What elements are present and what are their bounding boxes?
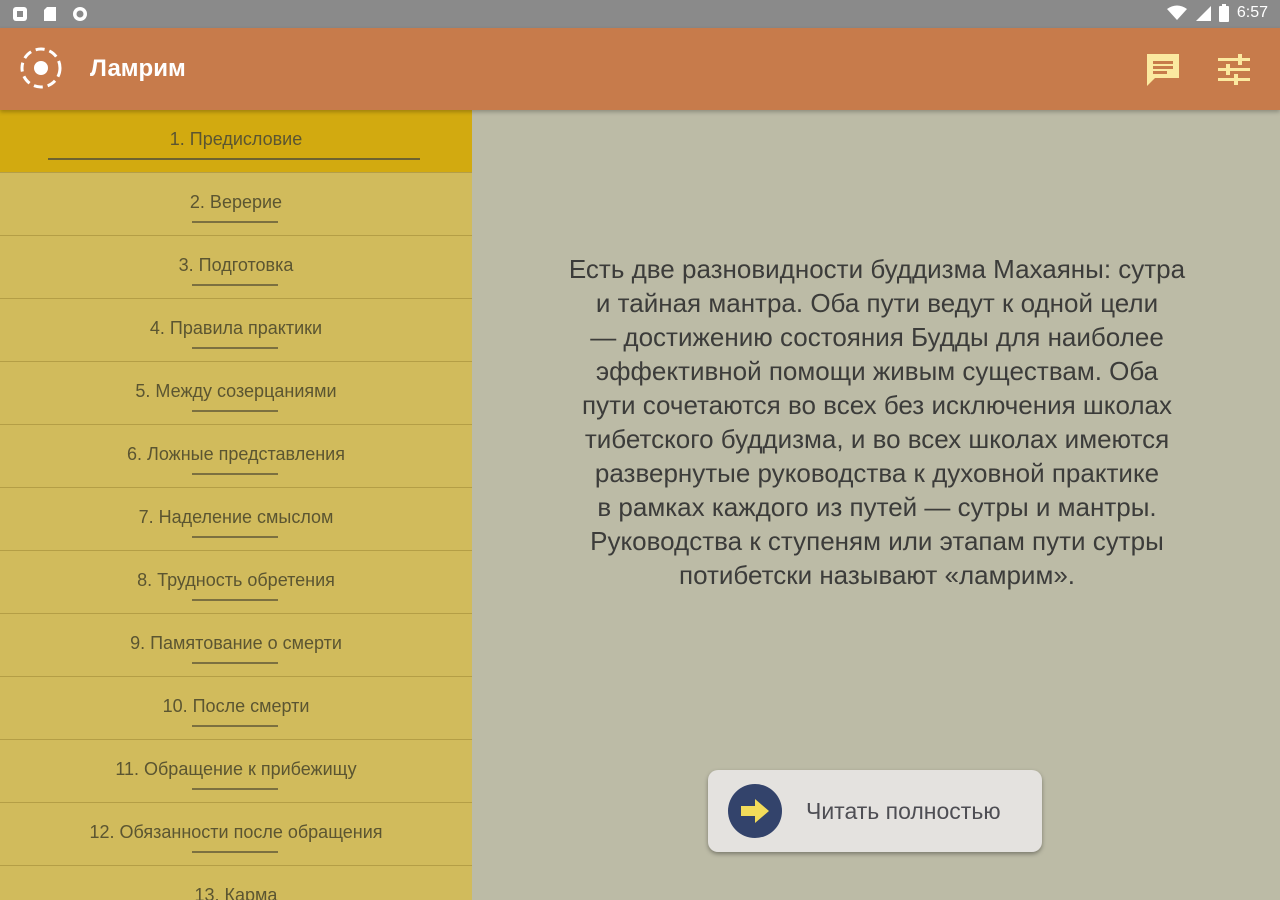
chapter-item-13[interactable]: 13. Карма: [0, 866, 472, 900]
text-line: Есть две разновидности буддизма Махаяны:…: [568, 254, 1186, 284]
chapter-label: 3. Подготовка: [178, 255, 294, 275]
chapter-label: 9. Памятование о смерти: [130, 633, 342, 653]
app-logo-icon[interactable]: [19, 46, 63, 90]
chapter-label: 12. Обязанности после обращения: [89, 822, 383, 842]
app-bar: Ламрим: [0, 28, 1280, 110]
chapter-label: 5. Между созерцаниями: [135, 381, 337, 401]
underline: [192, 536, 278, 538]
chat-icon: [1147, 54, 1179, 86]
status-bar: 6:57: [0, 0, 1280, 28]
chapter-label: 13. Карма: [194, 885, 278, 900]
notification-icon: [13, 7, 27, 21]
chapter-item-6[interactable]: 6. Ложные представления: [0, 425, 472, 488]
text-line: эффективной помощи живым существам. Оба: [595, 356, 1159, 386]
underline: [48, 158, 420, 160]
chapter-label: 2. Верерие: [189, 192, 283, 212]
chapter-item-1[interactable]: 1. Предисловие: [0, 110, 472, 173]
content-pane: Есть две разновидности буддизма Махаяны:…: [472, 110, 1280, 900]
text-line: потибетски называют «ламрим».: [678, 560, 1076, 590]
text-line: и тайная мантра. Оба пути ведут к одной …: [595, 288, 1159, 318]
chapter-list: 1. Предисловие 2. Верерие 3. Подготовка …: [0, 110, 472, 900]
underline: [192, 410, 278, 412]
chapter-item-7[interactable]: 7. Наделение смыслом: [0, 488, 472, 551]
chapter-item-3[interactable]: 3. Подготовка: [0, 236, 472, 299]
underline: [192, 347, 278, 349]
chapter-item-10[interactable]: 10. После смерти: [0, 677, 472, 740]
underline: [192, 725, 278, 727]
underline: [192, 851, 278, 853]
chapter-item-8[interactable]: 8. Трудность обретения: [0, 551, 472, 614]
app-title: Ламрим: [90, 55, 186, 82]
underline: [192, 221, 278, 223]
sync-icon: [73, 7, 87, 21]
settings-button[interactable]: [1214, 50, 1254, 90]
signal-icon: [1195, 6, 1211, 21]
chat-button[interactable]: [1143, 50, 1183, 90]
underline: [192, 284, 278, 286]
text-line: в рамках каждого из путей — сутры и мант…: [597, 492, 1157, 522]
battery-icon: [1218, 4, 1229, 22]
chapter-label: 10. После смерти: [162, 696, 310, 716]
chapter-label: 1. Предисловие: [169, 129, 303, 149]
underline: [192, 599, 278, 601]
wifi-icon: [1166, 5, 1187, 20]
intro-text: Есть две разновидности буддизма Махаяны:…: [512, 252, 1242, 592]
chapter-label: 4. Правила практики: [149, 318, 323, 338]
chapter-item-9[interactable]: 9. Памятование о смерти: [0, 614, 472, 677]
chapter-item-5[interactable]: 5. Между созерцаниями: [0, 362, 472, 425]
chapter-item-4[interactable]: 4. Правила практики: [0, 299, 472, 362]
arrow-right-icon: [741, 799, 769, 823]
text-line: Руководства к ступеням или этапам пути с…: [590, 526, 1164, 556]
tune-icon: [1218, 54, 1250, 85]
sd-card-icon: [44, 7, 56, 21]
chapter-label: 6. Ложные представления: [127, 444, 345, 464]
text-line: развернутые руководства к духовной практ…: [594, 458, 1160, 488]
chapter-label: 7. Наделение смыслом: [138, 507, 334, 527]
chapter-item-2[interactable]: 2. Верерие: [0, 173, 472, 236]
text-line: пути сочетаются во всех без исключения ш…: [582, 390, 1172, 420]
chapter-label: 8. Трудность обретения: [137, 570, 335, 590]
underline: [192, 662, 278, 664]
status-time: 6:57: [1236, 4, 1268, 21]
underline: [192, 473, 278, 475]
underline: [192, 788, 278, 790]
arrow-badge: [728, 784, 782, 838]
read-full-button[interactable]: Читать полностью: [708, 770, 1042, 852]
text-line: тибетского буддизма, и во всех школах им…: [584, 424, 1170, 454]
read-full-label: Читать полностью: [806, 798, 1001, 824]
chapter-label: 11. Обращение к прибежищу: [115, 759, 357, 779]
text-line: — достижению состояния Будды для наиболе…: [590, 322, 1164, 352]
chapter-item-12[interactable]: 12. Обязанности после обращения: [0, 803, 472, 866]
chapter-item-11[interactable]: 11. Обращение к прибежищу: [0, 740, 472, 803]
